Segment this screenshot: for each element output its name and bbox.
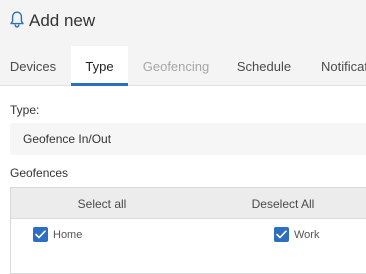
geofence-label-work: Work	[294, 229, 320, 241]
checkbox-work[interactable]	[274, 227, 289, 242]
type-select[interactable]: Geofence In/Out	[10, 123, 366, 155]
deselect-all-button[interactable]: Deselect All	[193, 188, 366, 218]
geofences-label: Geofences	[10, 166, 69, 180]
type-select-value: Geofence In/Out	[23, 132, 112, 146]
select-all-button[interactable]: Select all	[11, 188, 193, 218]
checkmark-icon	[35, 230, 46, 239]
tab-schedule[interactable]: Schedule	[224, 46, 304, 86]
tab-devices[interactable]: Devices	[0, 46, 66, 86]
add-new-dialog: Add new Devices Type Geofencing Schedule…	[0, 0, 366, 274]
tab-geofencing[interactable]: Geofencing	[128, 46, 224, 86]
tab-bar: Devices Type Geofencing Schedule Notific…	[0, 46, 366, 86]
checkbox-home[interactable]	[33, 227, 48, 242]
bell-icon	[10, 11, 24, 28]
tab-type[interactable]: Type	[71, 46, 128, 86]
dialog-title: Add new	[29, 11, 96, 30]
geofences-toolbar: Select all Deselect All	[11, 188, 366, 219]
tab-notifications[interactable]: Notifications	[304, 46, 366, 86]
type-label: Type:	[10, 103, 40, 117]
dialog-header: Add new	[0, 0, 366, 46]
geofences-panel: Select all Deselect All Home Work	[10, 187, 366, 274]
checkmark-icon	[276, 230, 287, 239]
geofence-label-home: Home	[53, 229, 83, 241]
